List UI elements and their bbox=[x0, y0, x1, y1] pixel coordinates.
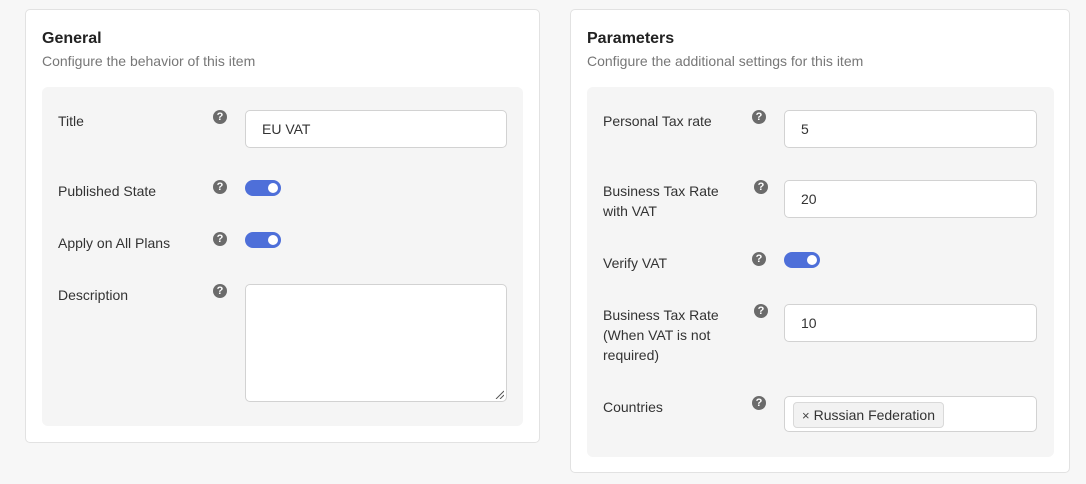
country-tag-label: Russian Federation bbox=[813, 407, 935, 423]
business-tax-rate-input[interactable]: 20 bbox=[784, 180, 1037, 218]
business-tax-rate-label-line2: with VAT bbox=[603, 203, 657, 219]
published-state-help-icon[interactable]: ? bbox=[213, 180, 227, 194]
title-help-icon[interactable]: ? bbox=[213, 110, 227, 124]
parameters-card: Parameters Configure the additional sett… bbox=[570, 9, 1070, 473]
verify-vat-help-icon[interactable]: ? bbox=[752, 252, 766, 266]
title-input[interactable]: EU VAT bbox=[245, 110, 507, 148]
business-tax-rate-no-vat-label: Business Tax Rate (When VAT is not requi… bbox=[603, 305, 719, 365]
description-label: Description bbox=[58, 287, 129, 303]
countries-multiselect[interactable]: × Russian Federation bbox=[784, 396, 1037, 432]
toggle-knob bbox=[268, 183, 278, 193]
business-tax-rate-no-vat-input[interactable]: 10 bbox=[784, 304, 1037, 342]
personal-tax-rate-label: Personal Tax rate bbox=[603, 113, 712, 129]
remove-tag-icon[interactable]: × bbox=[802, 408, 810, 423]
published-state-toggle[interactable] bbox=[245, 180, 281, 196]
published-state-label: Published State bbox=[58, 183, 157, 199]
general-card: General Configure the behavior of this i… bbox=[25, 9, 540, 443]
business-tax-rate-label-line1: Business Tax Rate bbox=[603, 183, 719, 199]
business-tax-rate-help-icon[interactable]: ? bbox=[754, 180, 768, 194]
general-fields-panel: Title ? EU VAT Published State ? Apply o… bbox=[42, 87, 523, 426]
general-title: General bbox=[42, 30, 102, 47]
parameters-title: Parameters bbox=[587, 30, 675, 47]
general-subtitle: Configure the behavior of this item bbox=[42, 53, 256, 69]
countries-help-icon[interactable]: ? bbox=[752, 396, 766, 410]
business-tax-rate-label: Business Tax Rate with VAT bbox=[603, 181, 719, 221]
business-tax-rate-no-vat-label-line1: Business Tax Rate bbox=[603, 307, 719, 323]
personal-tax-rate-help-icon[interactable]: ? bbox=[752, 110, 766, 124]
business-tax-rate-no-vat-label-line2: (When VAT is not bbox=[603, 327, 711, 343]
apply-all-plans-help-icon[interactable]: ? bbox=[213, 232, 227, 246]
country-tag: × Russian Federation bbox=[793, 402, 944, 428]
title-label: Title bbox=[58, 113, 84, 129]
personal-tax-rate-input[interactable]: 5 bbox=[784, 110, 1037, 148]
description-help-icon[interactable]: ? bbox=[213, 284, 227, 298]
business-tax-rate-no-vat-label-line3: required) bbox=[603, 347, 660, 363]
business-tax-rate-no-vat-help-icon[interactable]: ? bbox=[754, 304, 768, 318]
resize-grip-icon[interactable] bbox=[494, 389, 504, 399]
apply-all-plans-toggle[interactable] bbox=[245, 232, 281, 248]
toggle-knob bbox=[807, 255, 817, 265]
parameters-subtitle: Configure the additional settings for th… bbox=[587, 53, 864, 69]
toggle-knob bbox=[268, 235, 278, 245]
parameters-fields-panel: Personal Tax rate ? 5 Business Tax Rate … bbox=[587, 87, 1054, 457]
apply-all-plans-label: Apply on All Plans bbox=[58, 235, 171, 251]
verify-vat-label: Verify VAT bbox=[603, 255, 668, 271]
description-textarea[interactable] bbox=[245, 284, 507, 402]
verify-vat-toggle[interactable] bbox=[784, 252, 820, 268]
countries-label: Countries bbox=[603, 399, 663, 415]
